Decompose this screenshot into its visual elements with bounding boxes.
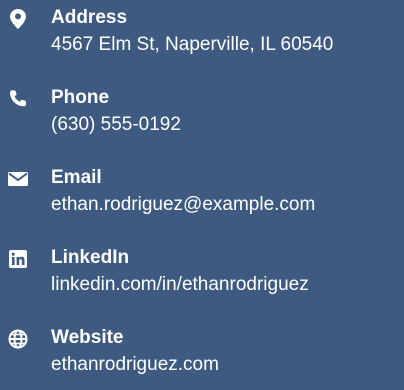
contact-item-linkedin: LinkedIn linkedin.com/in/ethanrodriguez [0, 240, 404, 310]
phone-label: Phone [51, 87, 110, 108]
phone-link[interactable]: (630) 555-0192 [51, 113, 181, 137]
map-pin-icon [8, 9, 28, 29]
linkedin-icon [8, 249, 28, 269]
address-value: 4567 Elm St, Naperville, IL 60540 [51, 34, 334, 55]
contact-info-list: Address 4567 Elm St, Naperville, IL 6054… [0, 0, 404, 390]
website-label: Website [51, 327, 124, 348]
envelope-icon [8, 169, 28, 189]
contact-item-phone: Phone (630) 555-0192 [0, 80, 404, 150]
contact-item-address: Address 4567 Elm St, Naperville, IL 6054… [0, 0, 404, 70]
linkedin-label: LinkedIn [51, 247, 130, 268]
phone-icon [8, 89, 28, 109]
email-label: Email [51, 167, 102, 188]
contact-item-website: Website ethanrodriguez.com [0, 320, 404, 390]
address-label: Address [51, 7, 128, 28]
contact-item-email: Email ethan.rodriguez@example.com [0, 160, 404, 230]
email-link[interactable]: ethan.rodriguez@example.com [51, 193, 315, 217]
linkedin-link[interactable]: linkedin.com/in/ethanrodriguez [51, 273, 309, 297]
globe-icon [8, 329, 28, 349]
website-link[interactable]: ethanrodriguez.com [51, 353, 219, 377]
